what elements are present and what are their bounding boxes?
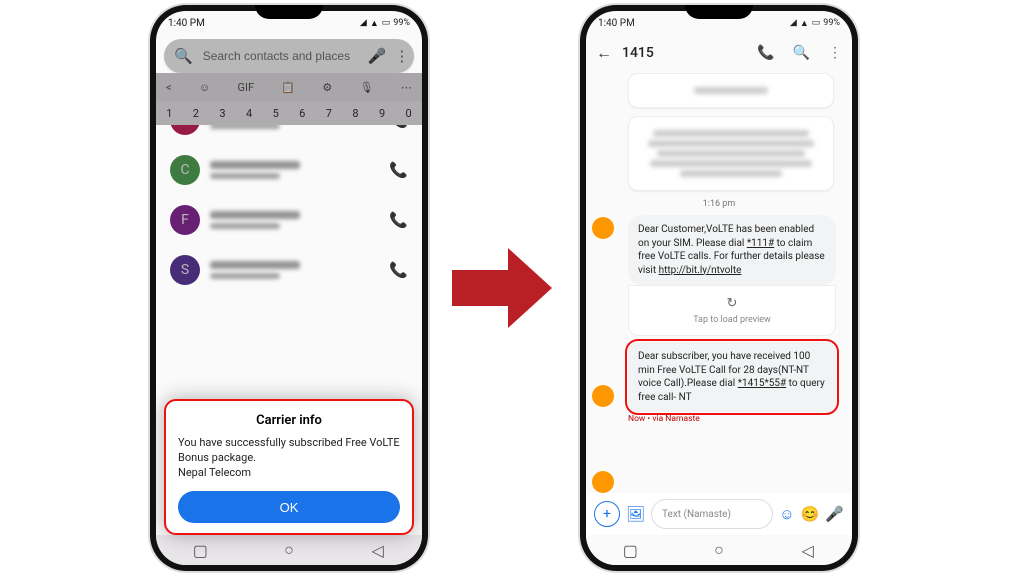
kb-key[interactable]: 0 [406, 107, 412, 120]
kb-suggestion[interactable]: ☺ [199, 81, 210, 94]
gallery-icon[interactable]: 🖼 [626, 505, 645, 523]
sms-message-highlighted[interactable]: Dear subscriber, you have received 100 m… [628, 342, 836, 412]
kb-key[interactable]: 2 [193, 107, 199, 120]
call-icon[interactable]: 📞 [389, 161, 408, 179]
phone-right: 1:40 PM ◢ ▲ ▭ 99% ← 1415 📞 🔍 ⋮ [580, 5, 858, 571]
blurred-message-card [628, 73, 834, 108]
kb-suggestion[interactable]: ⋯ [401, 81, 412, 94]
nav-home-icon[interactable]: ○ [282, 543, 296, 557]
kb-suggestion[interactable]: GIF [237, 81, 254, 94]
contact-row[interactable]: S📞 [156, 245, 422, 295]
phone-notch [255, 5, 323, 19]
status-time: 1:40 PM [168, 18, 205, 29]
transition-arrow [452, 248, 552, 328]
keyboard-number-row[interactable]: 1 2 3 4 5 6 7 8 9 0 [156, 101, 422, 125]
android-navbar: ▢ ○ ◁ [156, 535, 422, 565]
contact-avatar: C [170, 155, 200, 185]
link-preview-card[interactable]: ↻ Tap to load preview [628, 285, 836, 336]
sender-avatar [592, 385, 614, 407]
dialog-body: You have successfully subscribed Free Vo… [178, 436, 400, 481]
kb-suggestion[interactable]: 🎙 [360, 81, 374, 94]
search-icon: 🔍 [174, 47, 193, 65]
sender-avatar [592, 217, 614, 239]
message-timestamp: 1:16 pm [594, 199, 844, 209]
more-icon[interactable]: ⋮ [394, 47, 409, 65]
dial-link[interactable]: *111# [747, 238, 774, 249]
message-meta: Now • via Namaste [628, 414, 836, 424]
contact-avatar: F [170, 205, 200, 235]
signal-icon: ◢ [790, 18, 797, 28]
compose-input[interactable]: Text (Namaste) [651, 499, 773, 529]
kb-suggestion[interactable]: ⚙ [322, 81, 332, 94]
kb-key[interactable]: 7 [326, 107, 332, 120]
signal-icon: ◢ [360, 18, 367, 28]
back-icon[interactable]: ← [596, 43, 612, 63]
message-list[interactable]: 1:16 pm Dear Customer,VoLTE has been ena… [586, 67, 852, 493]
battery-pct: 99% [823, 18, 840, 28]
battery-pct: 99% [393, 18, 410, 28]
emoji-icon[interactable]: 😊 [801, 505, 820, 523]
nav-home-icon[interactable]: ○ [712, 543, 726, 557]
kb-suggestion[interactable]: < [166, 81, 172, 94]
kb-key[interactable]: 6 [299, 107, 305, 120]
ok-button[interactable]: OK [178, 491, 400, 523]
phone-left: 1:40 PM ◢ ▲ ▭ 99% 🔍 🎤 ⋮ TODAY N📞C📞F📞S📞 <… [150, 5, 428, 571]
kb-key[interactable]: 9 [379, 107, 385, 120]
search-input[interactable] [201, 48, 360, 64]
kb-key[interactable]: 1 [166, 107, 172, 120]
contact-meta [210, 161, 379, 179]
android-navbar: ▢ ○ ◁ [586, 535, 852, 565]
kb-suggestion[interactable]: 📋 [281, 81, 295, 94]
sms-message[interactable]: Dear Customer,VoLTE has been enabled on … [628, 215, 836, 285]
wifi-icon: ▲ [370, 18, 379, 29]
nav-back-icon[interactable]: ◁ [801, 543, 815, 557]
wifi-icon: ▲ [800, 18, 809, 29]
nav-recent-icon[interactable]: ▢ [623, 543, 637, 557]
kb-key[interactable]: 8 [352, 107, 358, 120]
contact-row[interactable]: C📞 [156, 145, 422, 195]
conversation-title[interactable]: 1415 [622, 45, 739, 61]
carrier-info-dialog: Carrier info You have successfully subsc… [164, 399, 414, 535]
kb-key[interactable]: 4 [246, 107, 252, 120]
keyboard-suggestion-bar[interactable]: < ☺ GIF 📋 ⚙ 🎙 ⋯ [156, 73, 422, 101]
refresh-icon: ↻ [639, 296, 825, 311]
compose-bar: + 🖼 Text (Namaste) ☺ 😊 🎤 [586, 493, 852, 535]
nav-back-icon[interactable]: ◁ [371, 543, 385, 557]
status-time: 1:40 PM [598, 18, 635, 29]
contact-row[interactable]: F📞 [156, 195, 422, 245]
sender-avatar [592, 471, 614, 493]
kb-key[interactable]: 5 [273, 107, 279, 120]
mic-icon[interactable]: 🎤 [368, 47, 387, 65]
nav-recent-icon[interactable]: ▢ [193, 543, 207, 557]
call-icon[interactable]: 📞 [389, 261, 408, 279]
search-bar[interactable]: 🔍 🎤 ⋮ [164, 39, 414, 73]
url-link[interactable]: http://bit.ly/ntvolte [659, 265, 742, 276]
kb-key[interactable]: 3 [219, 107, 225, 120]
mic-icon[interactable]: 🎤 [825, 505, 844, 523]
more-icon[interactable]: ⋮ [828, 45, 842, 61]
contact-meta [210, 211, 379, 229]
contact-meta [210, 261, 379, 279]
call-icon[interactable]: 📞 [389, 211, 408, 229]
search-icon[interactable]: 🔍 [793, 45, 810, 61]
sticker-icon[interactable]: ☺ [779, 505, 794, 523]
dialog-title: Carrier info [178, 413, 400, 428]
phone-notch [685, 5, 753, 19]
blurred-message-card [628, 116, 834, 191]
dial-link[interactable]: *1415*55# [738, 378, 787, 389]
battery-icon: ▭ [382, 18, 391, 28]
add-button[interactable]: + [594, 501, 620, 527]
battery-icon: ▭ [812, 18, 821, 28]
call-icon[interactable]: 📞 [757, 45, 774, 61]
contact-avatar: S [170, 255, 200, 285]
